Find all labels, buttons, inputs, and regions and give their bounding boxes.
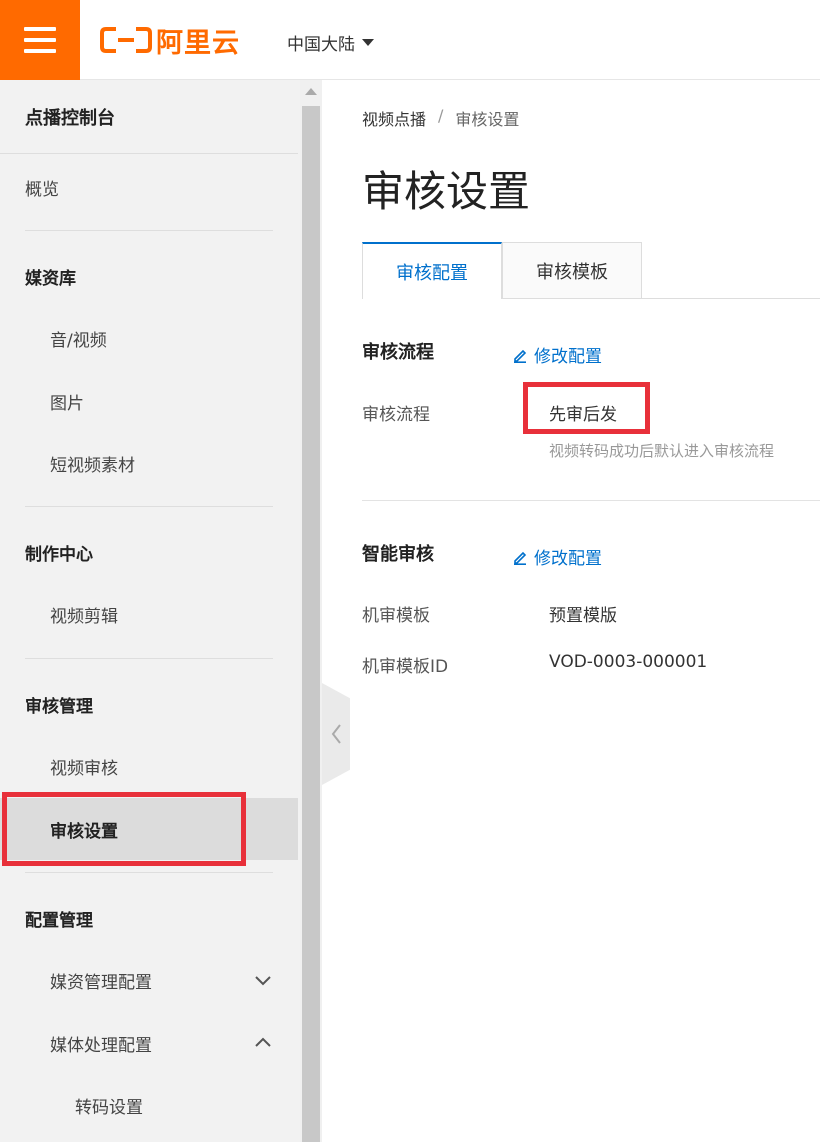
tab-review-config[interactable]: 审核配置 bbox=[362, 242, 502, 299]
region-selector[interactable]: 中国大陆 bbox=[287, 30, 374, 55]
sidebar-item-video-review[interactable]: 视频审核 bbox=[0, 746, 298, 786]
section-title-smart-review: 智能审核 bbox=[362, 544, 434, 565]
aliyun-logo[interactable]: 阿里云 bbox=[100, 22, 240, 59]
template-value: 预置模版 bbox=[549, 606, 617, 626]
sidebar-scrollbar[interactable] bbox=[300, 80, 322, 1142]
sidebar-section-production: 制作中心 bbox=[25, 544, 93, 565]
scroll-up-arrow-icon[interactable] bbox=[305, 88, 317, 95]
review-flow-label: 审核流程 bbox=[362, 405, 430, 425]
tab-review-template[interactable]: 审核模板 bbox=[502, 242, 642, 298]
sidebar-item-short-video-assets[interactable]: 短视频素材 bbox=[0, 443, 298, 483]
sidebar-item-media-mgmt-config[interactable]: 媒资管理配置 bbox=[0, 960, 298, 1000]
sidebar-item-images[interactable]: 图片 bbox=[0, 381, 298, 421]
sidebar-item-review-settings[interactable]: 审核设置 bbox=[0, 798, 298, 860]
sidebar-item-overview[interactable]: 概览 bbox=[0, 167, 298, 207]
section-title-review-flow: 审核流程 bbox=[362, 342, 434, 363]
edit-review-flow-link[interactable]: 修改配置 bbox=[512, 342, 602, 367]
breadcrumb-item-vod[interactable]: 视频点播 bbox=[362, 106, 426, 130]
template-id-value: VOD-0003-000001 bbox=[549, 652, 708, 672]
sidebar-divider bbox=[25, 506, 273, 507]
breadcrumb: 视频点播 / 审核设置 bbox=[362, 106, 519, 130]
sidebar-divider bbox=[25, 658, 273, 659]
breadcrumb-separator: / bbox=[438, 106, 444, 125]
scrollbar-thumb[interactable] bbox=[302, 106, 320, 1142]
page-title: 审核设置 bbox=[362, 167, 531, 216]
edit-smart-review-link[interactable]: 修改配置 bbox=[512, 544, 602, 569]
edit-pencil-icon bbox=[514, 349, 527, 363]
console-title: 点播控制台 bbox=[0, 80, 298, 154]
template-id-label: 机审模板ID bbox=[362, 657, 449, 677]
sidebar-divider bbox=[25, 230, 273, 231]
sidebar-item-label: 媒资管理配置 bbox=[50, 972, 152, 993]
caret-down-icon bbox=[362, 39, 374, 46]
chevron-left-icon bbox=[331, 724, 341, 744]
breadcrumb-item-current: 审核设置 bbox=[455, 110, 520, 129]
sidebar-item-media-processing-config[interactable]: 媒体处理配置 bbox=[0, 1023, 298, 1063]
sidebar-item-video-editing[interactable]: 视频剪辑 bbox=[0, 594, 298, 634]
tab-bar: 审核配置 审核模板 bbox=[362, 242, 820, 299]
sidebar-item-transcode-settings[interactable]: 转码设置 bbox=[0, 1085, 298, 1125]
template-label: 机审模板 bbox=[362, 606, 430, 626]
edit-pencil-icon bbox=[514, 551, 527, 565]
edit-link-label: 修改配置 bbox=[534, 347, 602, 367]
main-content: 视频点播 / 审核设置 审核设置 审核配置 审核模板 审核流程 修改配置 审核流… bbox=[362, 80, 820, 1142]
sidebar: 点播控制台 概览 媒资库 音/视频 图片 短视频素材 制作中心 视频剪辑 审核管… bbox=[0, 80, 300, 1142]
section-divider bbox=[362, 500, 820, 501]
chevron-up-icon bbox=[255, 1037, 271, 1047]
edit-link-label: 修改配置 bbox=[534, 549, 602, 569]
chevron-down-icon bbox=[255, 976, 271, 986]
review-flow-hint: 视频转码成功后默认进入审核流程 bbox=[549, 442, 775, 460]
sidebar-section-review-mgmt: 审核管理 bbox=[25, 696, 93, 717]
aliyun-logo-icon bbox=[100, 27, 152, 53]
sidebar-section-config-mgmt: 配置管理 bbox=[25, 910, 93, 931]
sidebar-divider bbox=[25, 872, 273, 873]
sidebar-item-audio-video[interactable]: 音/视频 bbox=[0, 318, 298, 358]
menu-icon[interactable] bbox=[0, 0, 80, 80]
brand-name: 阿里云 bbox=[156, 27, 240, 59]
sidebar-item-label: 媒体处理配置 bbox=[50, 1035, 152, 1056]
sidebar-section-media-library: 媒资库 bbox=[25, 268, 76, 289]
sidebar-collapse-handle[interactable] bbox=[322, 683, 350, 785]
review-flow-value: 先审后发 bbox=[549, 405, 617, 425]
region-label: 中国大陆 bbox=[287, 35, 355, 55]
top-bar: 阿里云 中国大陆 bbox=[0, 0, 820, 80]
